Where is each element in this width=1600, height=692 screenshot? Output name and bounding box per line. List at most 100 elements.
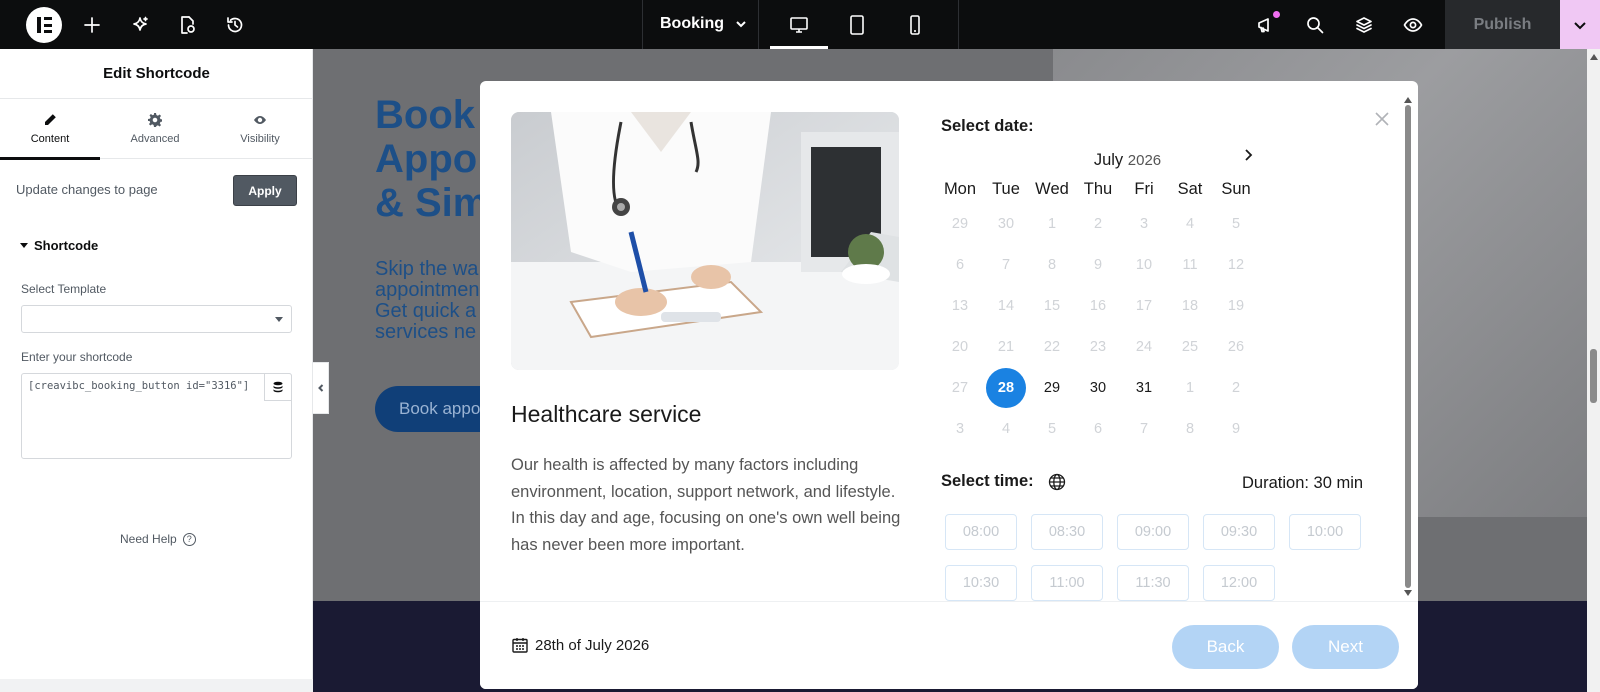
calendar-day: 26 bbox=[1227, 339, 1245, 355]
apply-button[interactable]: Apply bbox=[233, 175, 297, 206]
calendar-day[interactable]: 30 bbox=[1078, 368, 1118, 408]
desktop-icon bbox=[790, 16, 808, 33]
publish-options-button[interactable] bbox=[1560, 0, 1600, 49]
close-icon bbox=[1375, 112, 1389, 126]
search-icon[interactable] bbox=[1300, 10, 1330, 40]
tab-content[interactable]: Content bbox=[0, 99, 100, 160]
back-button[interactable]: Back bbox=[1172, 625, 1279, 669]
top-bar: Booking Publish bbox=[0, 0, 1600, 49]
calendar-day: 29 bbox=[951, 216, 969, 232]
update-changes-text: Update changes to page bbox=[16, 182, 158, 197]
calendar-day: 3 bbox=[955, 421, 965, 437]
calendar-day: 25 bbox=[1181, 339, 1199, 355]
time-slot-button[interactable]: 08:30 bbox=[1031, 514, 1103, 550]
globe-icon[interactable] bbox=[1048, 473, 1066, 491]
calendar-day: 6 bbox=[1093, 421, 1103, 437]
calendar-day: 10 bbox=[1135, 257, 1153, 273]
tablet-device-button[interactable] bbox=[828, 0, 886, 49]
calendar-day: 23 bbox=[1089, 339, 1107, 355]
selected-date-summary: 28th of July 2026 bbox=[511, 636, 649, 654]
chevron-down-icon bbox=[1574, 21, 1586, 29]
preview-eye-icon[interactable] bbox=[1398, 10, 1428, 40]
caret-down-icon bbox=[20, 243, 28, 248]
shortcode-section-toggle[interactable]: Shortcode bbox=[20, 238, 98, 253]
time-slot-button[interactable]: 10:00 bbox=[1289, 514, 1361, 550]
structure-layers-icon[interactable] bbox=[1349, 10, 1379, 40]
mobile-device-button[interactable] bbox=[886, 0, 944, 49]
time-slot-button[interactable]: 09:30 bbox=[1203, 514, 1275, 550]
canvas-scrollbar[interactable] bbox=[1587, 49, 1600, 692]
calendar-day: 4 bbox=[1185, 216, 1195, 232]
close-modal-button[interactable] bbox=[1373, 110, 1391, 128]
modal-scrollbar[interactable] bbox=[1404, 97, 1412, 596]
weekday-header: Sun bbox=[1221, 180, 1251, 198]
shortcode-input[interactable] bbox=[21, 373, 292, 459]
select-template-dropdown[interactable] bbox=[21, 305, 292, 333]
selected-date-text: 28th of July 2026 bbox=[535, 636, 650, 654]
calendar-day: 14 bbox=[997, 298, 1015, 314]
calendar-day: 7 bbox=[1139, 421, 1149, 437]
collapse-panel-button[interactable] bbox=[313, 362, 329, 414]
elementor-logo-icon[interactable] bbox=[26, 7, 62, 43]
notification-badge bbox=[1273, 11, 1280, 18]
calendar-day[interactable]: 31 bbox=[1124, 368, 1164, 408]
editor-window: Booking Publish Edit Shortcode Content A… bbox=[0, 0, 1600, 692]
calendar-day: 19 bbox=[1227, 298, 1245, 314]
calendar-day: 5 bbox=[1231, 216, 1241, 232]
ai-sparkle-icon[interactable] bbox=[125, 10, 155, 40]
calendar-day: 4 bbox=[1001, 421, 1011, 437]
page-settings-icon[interactable] bbox=[172, 10, 202, 40]
calendar-day: 5 bbox=[1047, 421, 1057, 437]
add-icon[interactable] bbox=[77, 10, 107, 40]
publish-button[interactable]: Publish bbox=[1445, 0, 1560, 49]
page-selector[interactable]: Booking bbox=[660, 15, 748, 33]
panel-footer bbox=[0, 679, 313, 692]
time-slot-button[interactable]: 12:00 bbox=[1203, 565, 1275, 601]
scroll-up-arrow[interactable] bbox=[1590, 54, 1598, 60]
calendar-day: 11 bbox=[1182, 257, 1198, 273]
calendar-day: 13 bbox=[951, 298, 969, 314]
weekday-header: Fri bbox=[1134, 180, 1154, 198]
history-icon[interactable] bbox=[220, 10, 250, 40]
need-help-link[interactable]: Need Help ? bbox=[120, 532, 196, 546]
calendar-day-selected[interactable]: 28 bbox=[986, 368, 1026, 408]
time-slot-button[interactable]: 09:00 bbox=[1117, 514, 1189, 550]
scroll-down-arrow[interactable] bbox=[1404, 590, 1412, 596]
scroll-up-arrow[interactable] bbox=[1404, 97, 1412, 103]
gear-icon bbox=[148, 113, 162, 127]
weekday-header: Mon bbox=[943, 180, 977, 198]
weekday-header: Wed bbox=[1035, 180, 1069, 198]
time-slot-button[interactable]: 08:00 bbox=[945, 514, 1017, 550]
chevron-right-icon bbox=[1245, 149, 1253, 161]
tab-visibility[interactable]: Visibility bbox=[210, 99, 310, 159]
desktop-device-button[interactable] bbox=[770, 0, 828, 49]
time-slot-button[interactable]: 11:30 bbox=[1117, 565, 1189, 601]
doctor-image bbox=[511, 112, 899, 370]
mobile-icon bbox=[910, 14, 920, 35]
calendar-day: 22 bbox=[1043, 339, 1061, 355]
calendar-day: 9 bbox=[1093, 257, 1103, 273]
time-slot-button[interactable]: 11:00 bbox=[1031, 565, 1103, 601]
section-title: Shortcode bbox=[34, 238, 99, 253]
select-template-label: Select Template bbox=[21, 282, 107, 296]
scrollbar-thumb[interactable] bbox=[1405, 105, 1411, 588]
scrollbar-thumb[interactable] bbox=[1590, 349, 1597, 403]
next-button[interactable]: Next bbox=[1292, 625, 1399, 669]
duration-label: Duration: 30 min bbox=[1242, 474, 1364, 492]
select-date-label: Select date: bbox=[941, 117, 1034, 135]
calendar-day: 1 bbox=[1047, 216, 1057, 232]
time-slot-button[interactable]: 10:30 bbox=[945, 565, 1017, 601]
calendar-day: 15 bbox=[1043, 298, 1061, 314]
dynamic-tags-button[interactable] bbox=[264, 373, 292, 401]
next-month-button[interactable] bbox=[1238, 145, 1258, 165]
database-icon bbox=[273, 381, 283, 393]
calendar-day: 17 bbox=[1135, 298, 1153, 314]
tablet-icon bbox=[850, 14, 864, 35]
calendar-day[interactable]: 29 bbox=[1032, 368, 1072, 408]
select-time-label: Select time: bbox=[941, 472, 1034, 490]
month-label: July 2026 bbox=[940, 151, 1315, 170]
calendar-day: 30 bbox=[997, 216, 1015, 232]
tab-advanced[interactable]: Advanced bbox=[105, 99, 205, 159]
calendar-day: 8 bbox=[1047, 257, 1057, 273]
calendar-day: 24 bbox=[1135, 339, 1153, 355]
